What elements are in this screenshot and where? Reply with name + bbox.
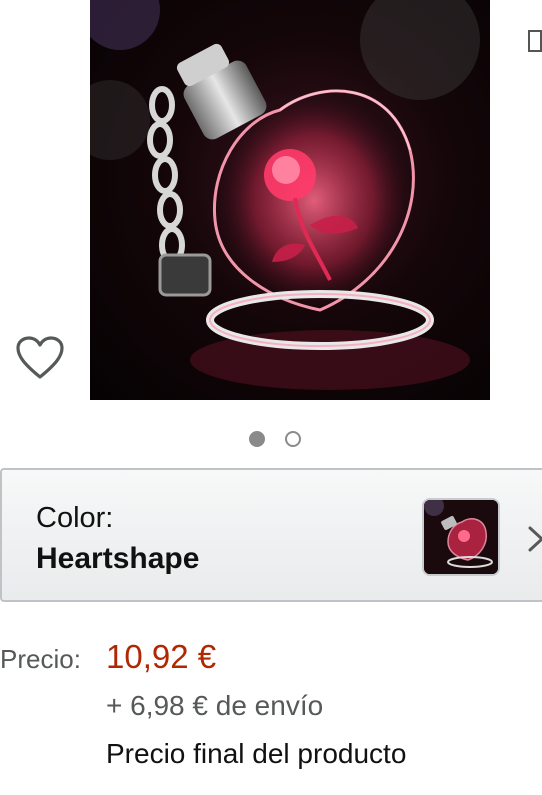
color-variation-selector[interactable]: Color: Heartshape (0, 468, 542, 602)
carousel-dot-2[interactable] (285, 431, 301, 447)
variation-value: Heartshape (36, 542, 200, 575)
carousel-dot-1[interactable] (249, 431, 265, 447)
shipping-cost: + 6,98 € de envío (106, 690, 324, 721)
price-value: 10,92 € (106, 638, 217, 675)
price-label: Precio: (0, 644, 81, 674)
product-image[interactable] (90, 0, 490, 400)
thumbnail-image (424, 500, 498, 574)
chevron-right-icon (528, 526, 542, 552)
heart-outline-icon[interactable] (14, 334, 66, 382)
product-page: Color: Heartshape Precio: 10,92 € + 6,98… (0, 0, 542, 795)
image-carousel-indicator (0, 431, 542, 447)
final-price-note: Precio final del producto (106, 738, 407, 769)
variation-thumbnail[interactable] (422, 498, 500, 576)
share-icon[interactable] (528, 28, 542, 54)
crystal-keychain-illustration (90, 0, 480, 390)
variation-label: Color: (36, 502, 114, 534)
